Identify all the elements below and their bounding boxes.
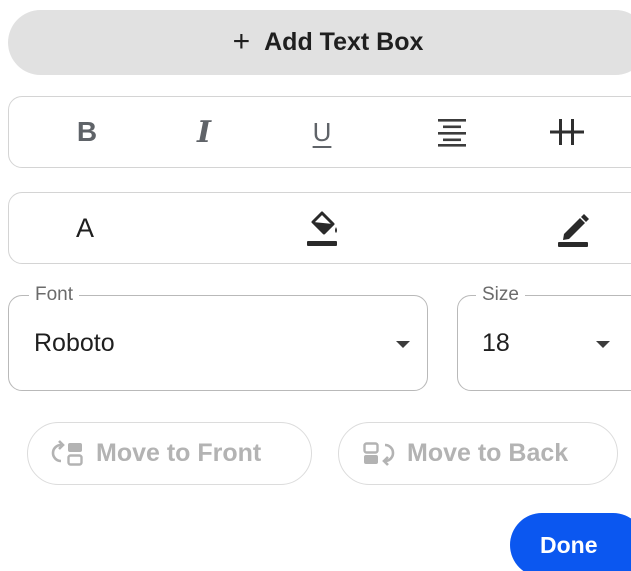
font-label: Font — [29, 284, 80, 306]
done-button[interactable]: Done — [510, 513, 631, 571]
bring-to-front-icon — [51, 439, 83, 466]
underline-button[interactable]: U — [292, 97, 352, 167]
move-to-back-button[interactable]: Move to Back — [338, 422, 618, 485]
done-label: Done — [540, 531, 598, 558]
bold-button[interactable]: B — [57, 97, 117, 167]
size-select[interactable]: Size 18 — [457, 284, 631, 391]
bold-icon: B — [76, 116, 98, 147]
format-toolbar: B I U — [8, 96, 631, 168]
dropdown-arrow-icon — [396, 341, 410, 348]
fill-color-icon — [307, 211, 337, 246]
size-value: 18 — [482, 329, 510, 357]
italic-button[interactable]: I — [174, 97, 234, 167]
plus-icon: + — [232, 24, 251, 58]
italic-icon: I — [196, 114, 212, 150]
move-to-front-label: Move to Front — [96, 439, 262, 467]
color-toolbar: A — [8, 192, 631, 264]
add-text-box-label: Add Text Box — [264, 28, 424, 56]
align-center-icon — [438, 119, 466, 147]
underline-icon: U — [312, 116, 332, 147]
size-label: Size — [476, 284, 525, 306]
letter-spacing-button[interactable] — [537, 97, 597, 167]
text-color-button[interactable]: A — [55, 193, 115, 263]
align-button[interactable] — [422, 97, 482, 167]
move-to-back-label: Move to Back — [407, 439, 569, 467]
font-value: Roboto — [34, 329, 115, 357]
border-color-icon — [558, 214, 589, 247]
border-color-button[interactable] — [543, 193, 603, 263]
letter-spacing-icon — [550, 119, 584, 145]
move-to-front-button[interactable]: Move to Front — [27, 422, 312, 485]
add-text-box-button[interactable]: + Add Text Box — [8, 10, 631, 75]
dropdown-arrow-icon — [596, 341, 610, 348]
fill-color-button[interactable] — [292, 193, 352, 263]
text-color-icon: A — [75, 212, 94, 243]
send-to-back-icon — [363, 441, 395, 466]
font-select[interactable]: Font Roboto — [8, 284, 428, 391]
